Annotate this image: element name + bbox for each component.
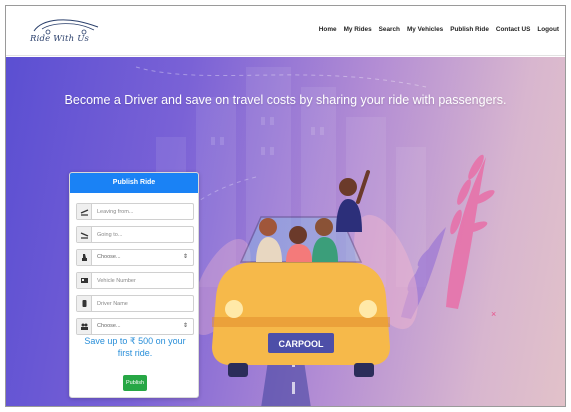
- logo-text: Ride With Us: [30, 34, 90, 44]
- driver-icon: [77, 296, 92, 311]
- nav-my-vehicles[interactable]: My Vehicles: [407, 26, 443, 33]
- vehicle-number-field: [76, 272, 194, 289]
- departure-icon: [77, 204, 92, 219]
- car-plate-text: CARPOOL: [279, 339, 325, 349]
- navbar: Ride With Us Home My Rides Search My Veh…: [6, 6, 565, 56]
- nav-search[interactable]: Search: [379, 26, 400, 33]
- leaving-from-input[interactable]: [93, 204, 191, 219]
- select-caret-icon: ⇕: [182, 254, 188, 260]
- driver-name-input[interactable]: [93, 296, 191, 311]
- vehicle-select[interactable]: Choose... ⇕: [76, 249, 194, 266]
- arrival-icon: [77, 227, 92, 242]
- id-card-icon: [77, 273, 92, 288]
- publish-button[interactable]: Publish: [123, 375, 147, 391]
- nav-links: Home My Rides Search My Vehicles Publish…: [319, 26, 559, 33]
- svg-text:×: ×: [491, 309, 496, 319]
- going-to-field: [76, 226, 194, 243]
- passengers-select-value: Choose...: [97, 323, 121, 329]
- nav-publish-ride[interactable]: Publish Ride: [450, 26, 489, 33]
- nav-my-rides[interactable]: My Rides: [344, 26, 372, 33]
- logo[interactable]: Ride With Us: [28, 15, 106, 47]
- select-caret-icon: ⇕: [182, 323, 188, 329]
- nav-logout[interactable]: Logout: [537, 26, 559, 33]
- nav-home[interactable]: Home: [319, 26, 337, 33]
- passengers-select[interactable]: Choose... ⇕: [76, 318, 194, 335]
- car-seat-icon: [77, 250, 92, 265]
- vehicle-number-input[interactable]: [93, 273, 191, 288]
- going-to-input[interactable]: [93, 227, 191, 242]
- form-title: Publish Ride: [70, 173, 198, 193]
- nav-contact-us[interactable]: Contact US: [496, 26, 530, 33]
- publish-ride-form: Publish Ride Choose... ⇕: [69, 172, 199, 398]
- app-frame: Ride With Us Home My Rides Search My Veh…: [5, 5, 566, 407]
- leaving-from-field: [76, 203, 194, 220]
- save-promo-text: Save up to ₹ 500 on your first ride.: [84, 336, 186, 358]
- hero-headline: Become a Driver and save on travel costs…: [64, 93, 507, 107]
- vehicle-select-value: Choose...: [97, 254, 121, 260]
- hero-banner: CARPOOL × Become a Driver and save on tr…: [6, 57, 565, 406]
- driver-name-field: [76, 295, 194, 312]
- users-icon: [77, 319, 92, 334]
